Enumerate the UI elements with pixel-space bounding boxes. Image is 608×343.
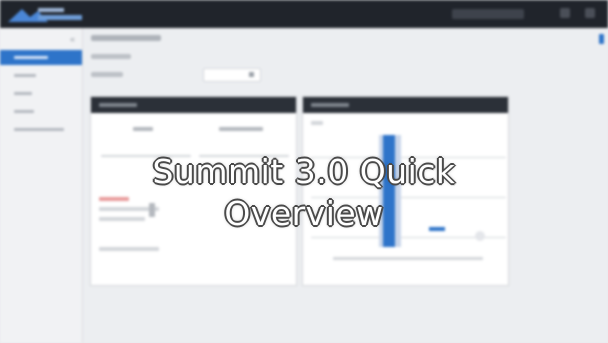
filter-select[interactable] [203, 68, 261, 82]
sidebar-item[interactable] [0, 104, 82, 119]
filter-label [91, 72, 123, 77]
video-title-overlay: Summit 3.0 Quick Overview [0, 151, 608, 235]
widget-header [303, 97, 508, 113]
top-bar [0, 0, 608, 28]
sidebar-item[interactable] [0, 122, 82, 137]
help-tab[interactable] [599, 34, 604, 44]
summit-logo [8, 8, 82, 22]
title-line-1: Summit 3.0 Quick [152, 152, 456, 191]
section-heading [91, 54, 131, 59]
sidebar-item[interactable] [0, 86, 82, 101]
notification-icon[interactable] [560, 8, 570, 18]
double-chevron-left-icon[interactable]: « [70, 34, 75, 44]
settings-icon[interactable] [585, 8, 595, 18]
widget-header [91, 97, 296, 113]
title-line-2: Overview [224, 194, 384, 233]
breadcrumb [91, 35, 161, 41]
sidebar-item-dashboard[interactable] [0, 50, 82, 65]
sidebar-item[interactable] [0, 68, 82, 83]
user-menu[interactable] [452, 9, 524, 19]
